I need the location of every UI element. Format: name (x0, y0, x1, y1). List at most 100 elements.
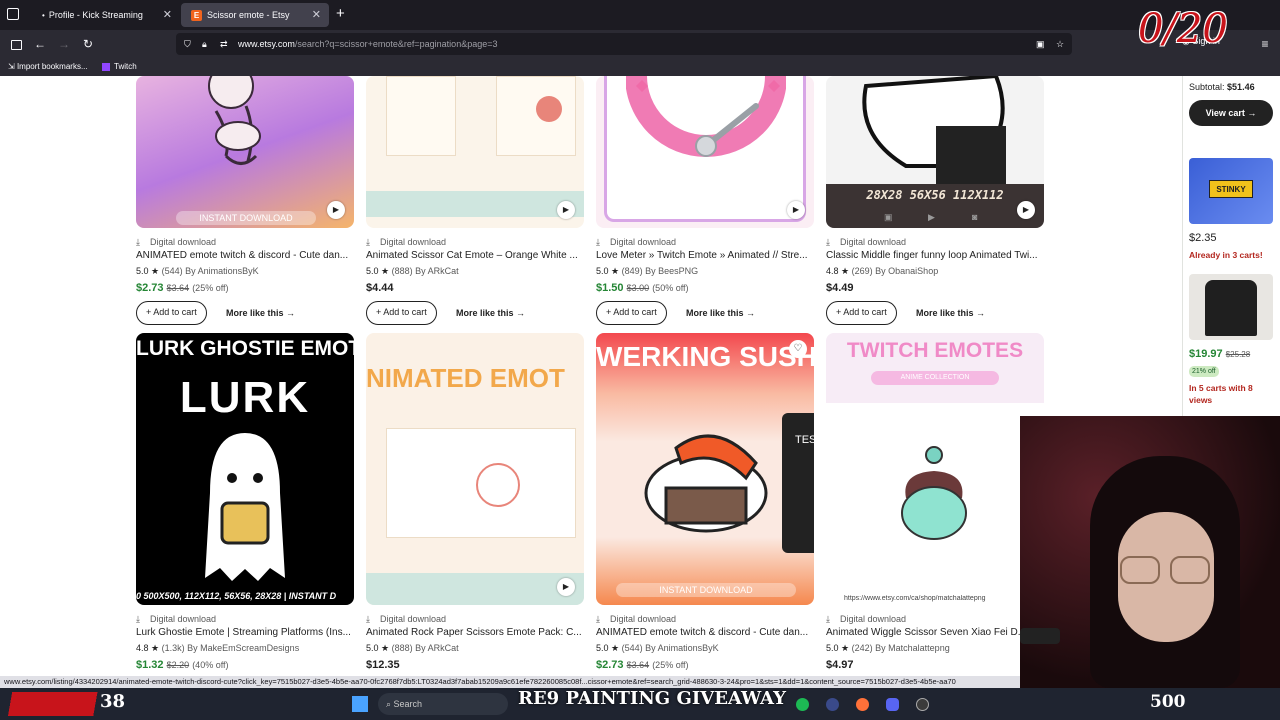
listing-title[interactable]: Classic Middle finger funny loop Animate… (826, 249, 1044, 263)
listing-card[interactable]: NIMATED EMOT ▶ (366, 333, 584, 605)
anime-collection-pill: ANIME COLLECTION (871, 371, 999, 385)
listing-title[interactable]: Animated Scissor Cat Emote – Orange Whit… (366, 249, 584, 263)
listing-info: ⤓ Digital download ANIMATED emote twitch … (136, 231, 354, 327)
firefox-icon[interactable] (856, 698, 869, 711)
spotify-icon[interactable] (796, 698, 809, 711)
shield-icon[interactable]: ⛉ (184, 33, 191, 55)
play-icon[interactable]: ▶ (557, 578, 575, 596)
listing-thumbnail[interactable]: WERKING SUSHI ♡ TES INSTANT DOWNLOAD (596, 333, 814, 605)
cart-item-thumbnail[interactable]: STINKY (1189, 158, 1273, 224)
sidebar-toggle-icon[interactable] (7, 35, 25, 53)
browser-tab-bar: • Profile - Kick Streaming ✕ E Scissor emo… (0, 0, 1280, 30)
listing-card[interactable]: 28X28 56X56 112X112 ▣ ▶ ◙ ▶ (826, 76, 1044, 228)
listing-title[interactable]: Love Meter » Twitch Emote » Animated // … (596, 249, 814, 263)
windows-start-icon[interactable] (352, 696, 368, 712)
instant-download-banner: INSTANT DOWNLOAD (616, 583, 796, 597)
lurk-top-text: LURK GHOSTIE EMOT (136, 337, 354, 360)
bookmark-star-icon[interactable]: ☆ (1056, 33, 1064, 55)
listing-thumbnail[interactable]: INSTANT DOWNLOAD ▶ (136, 76, 354, 228)
challenge-counter: 0/20 (1138, 6, 1228, 52)
tab-etsy-scissor[interactable]: E Scissor emote - Etsy ✕ (181, 3, 329, 27)
play-icon[interactable]: ▶ (557, 201, 575, 219)
listing-info: ⤓ Digital download Animated Scissor Cat E… (366, 231, 584, 327)
listing-thumbnail[interactable]: LURK GHOSTIE EMOT LURK 0 500X500, 112X11… (136, 333, 354, 605)
bookmark-twitch[interactable]: Twitch (102, 58, 137, 76)
view-cart-button[interactable]: View cart → (1189, 100, 1273, 126)
listing-card[interactable]: LURK GHOSTIE EMOT LURK 0 500X500, 112X11… (136, 333, 354, 605)
permissions-icon[interactable]: ⇄ (220, 33, 228, 55)
tab-list-icon[interactable] (7, 8, 19, 20)
more-like-this-link[interactable]: More like this → (686, 301, 755, 325)
menu-icon[interactable]: ≡ (1256, 35, 1274, 53)
obs-icon[interactable] (916, 698, 929, 711)
bookmark-import[interactable]: ⇲ Import bookmarks... (8, 58, 88, 76)
headset-mic (1020, 628, 1060, 644)
browser-nav-bar: ← → ↻ ⛉ 🔒︎ ⇄ www.etsy.com/search?q=sciss… (0, 30, 1280, 58)
listing-thumbnail[interactable]: ▶ (596, 76, 814, 228)
star-icon: ★ (611, 643, 620, 653)
new-tab-button[interactable]: + (336, 5, 345, 23)
paper-panel (386, 76, 456, 156)
paw-pad (536, 96, 562, 122)
listing-title[interactable]: Lurk Ghostie Emote | Streaming Platforms… (136, 626, 354, 640)
listing-title[interactable]: ANIMATED emote twitch & discord - Cute d… (136, 249, 354, 263)
listing-title[interactable]: Animated Rock Paper Scissors Emote Pack:… (366, 626, 584, 640)
listing-info: ⤓ Digital download Animated Wiggle Scisso… (826, 608, 1044, 673)
twitch-icon (102, 62, 110, 71)
favorite-heart-icon[interactable]: ♡ (789, 340, 807, 358)
lock-icon[interactable]: 🔒︎ (202, 33, 207, 55)
youtube-icon: ▶ (928, 212, 935, 222)
webcam-overlay (1020, 416, 1280, 688)
cat-paw (476, 463, 520, 507)
url-text[interactable]: www.etsy.com/search?q=scissor+emote&ref=… (238, 33, 497, 55)
more-like-this-link[interactable]: More like this → (226, 301, 295, 325)
add-to-cart-button[interactable]: + Add to cart (366, 301, 437, 325)
url-bar[interactable]: ⛉ 🔒︎ ⇄ www.etsy.com/search?q=scissor+emo… (176, 33, 1072, 55)
listing-price: $1.32 $2.20 (40% off) (136, 659, 229, 671)
listing-card[interactable]: ▶ (596, 76, 814, 228)
play-icon[interactable]: ▶ (327, 201, 345, 219)
windows-taskbar: 38 ⌕ Search RE9 PAINTING GIVEAWAY 500 (0, 688, 1280, 720)
reload-button[interactable]: ↻ (79, 35, 97, 53)
sizes-text: 28X28 56X56 112X112 (866, 188, 1004, 202)
download-icon: ⤓ (596, 237, 600, 247)
listing-title[interactable]: ANIMATED emote twitch & discord - Cute d… (596, 626, 814, 640)
taskbar-search[interactable]: ⌕ Search (378, 693, 508, 715)
add-to-cart-button[interactable]: + Add to cart (826, 301, 897, 325)
listing-thumbnail[interactable]: 28X28 56X56 112X112 ▣ ▶ ◙ ▶ (826, 76, 1044, 228)
shop-url-text: https://www.etsy.com/ca/shop/matchalatte… (844, 595, 986, 602)
listing-thumbnail[interactable]: NIMATED EMOT ▶ (366, 333, 584, 605)
play-icon[interactable]: ▶ (787, 201, 805, 219)
listing-rating: 5.0 ★ (888) By ARkCat (366, 643, 459, 653)
forward-button[interactable]: → (55, 35, 73, 53)
play-icon[interactable]: ▶ (1017, 201, 1035, 219)
discord-icon[interactable] (886, 698, 899, 711)
download-icon: ⤓ (136, 237, 140, 247)
etsy-favicon-icon: E (191, 10, 202, 22)
cart-item-thumbnail[interactable] (1189, 274, 1273, 340)
more-like-this-link[interactable]: More like this → (916, 301, 985, 325)
mint-strip (366, 573, 584, 605)
reader-view-icon[interactable]: ▣ (1036, 33, 1045, 55)
back-button[interactable]: ← (31, 35, 49, 53)
add-to-cart-button[interactable]: + Add to cart (596, 301, 667, 325)
listing-price: $2.73 $3.64 (25% off) (136, 282, 229, 294)
werking-sushi-text: WERKING SUSHI (596, 341, 814, 372)
close-icon[interactable]: ✕ (163, 3, 172, 27)
close-icon[interactable]: ✕ (312, 3, 321, 27)
more-like-this-link[interactable]: More like this → (456, 301, 525, 325)
tes-text: TES (795, 434, 814, 446)
instant-download-banner: INSTANT DOWNLOAD (176, 211, 316, 225)
listing-thumbnail[interactable]: ▶ (366, 76, 584, 228)
listing-thumbnail[interactable]: TWITCH EMOTES ANIME COLLECTION https://w… (826, 333, 1044, 605)
listing-card[interactable]: ▶ (366, 76, 584, 228)
listing-card[interactable]: TWITCH EMOTES ANIME COLLECTION https://w… (826, 333, 1044, 605)
listing-card[interactable]: INSTANT DOWNLOAD ▶ (136, 76, 354, 228)
listing-title[interactable]: Animated Wiggle Scissor Seven Xiao Fei D… (826, 626, 1044, 640)
lurk-big-text: LURK (179, 373, 311, 422)
tab-kick-profile[interactable]: • Profile - Kick Streaming ✕ (32, 3, 180, 27)
add-to-cart-button[interactable]: + Add to cart (136, 301, 207, 325)
listing-card[interactable]: WERKING SUSHI ♡ TES INSTANT DOWNLOAD (596, 333, 814, 605)
app-icon[interactable] (826, 698, 839, 711)
listing-price: $12.35 (366, 659, 400, 671)
